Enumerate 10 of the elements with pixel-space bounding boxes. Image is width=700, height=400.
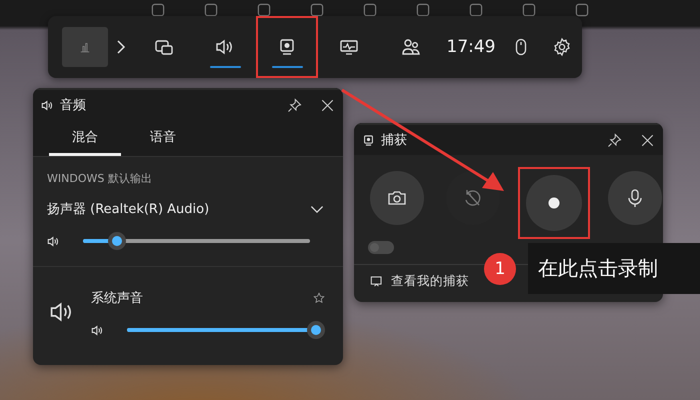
panel-title: 音频 xyxy=(60,97,86,114)
view-captures-link[interactable]: 查看我的捕获 xyxy=(391,273,469,290)
callout-text: 在此点击录制 xyxy=(528,243,700,294)
device-dropdown[interactable]: 扬声器 (Realtek(R) Audio) xyxy=(47,200,327,218)
section-label: WINDOWS 默认输出 xyxy=(47,171,153,186)
tab[interactable]: 混合 xyxy=(49,120,121,156)
app-name: 系统声音 xyxy=(91,290,143,307)
panel-title: 捕获 xyxy=(381,132,407,149)
tab[interactable]: 语音 xyxy=(127,120,199,156)
clock-time: 17:49 xyxy=(446,37,496,57)
